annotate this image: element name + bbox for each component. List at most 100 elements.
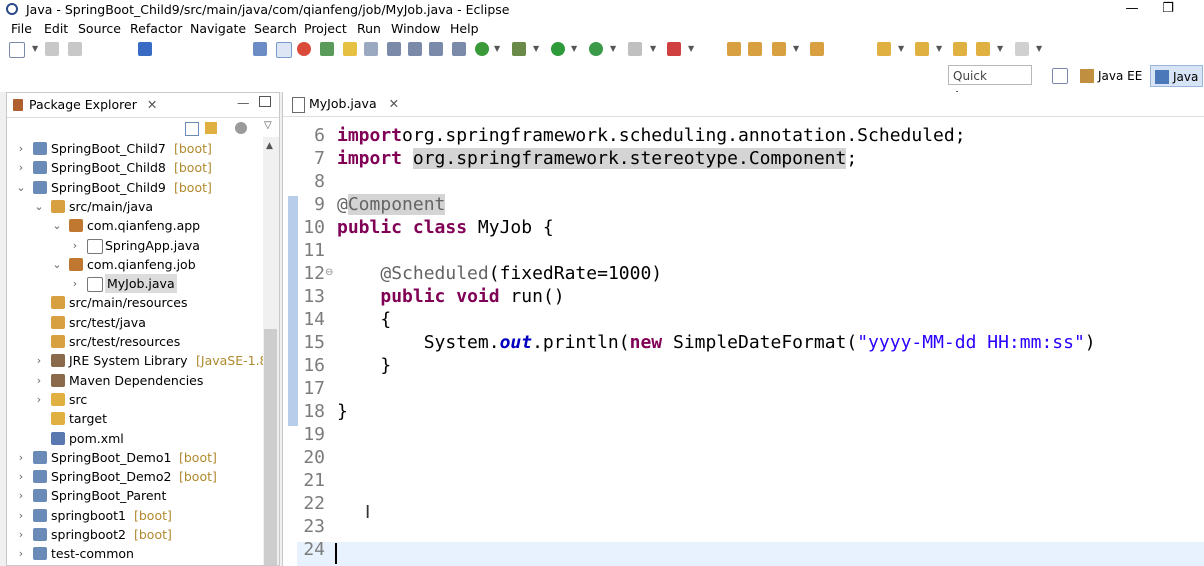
new-class-icon[interactable] xyxy=(772,42,786,56)
perspective-java[interactable]: Java xyxy=(1150,65,1204,87)
next-annotation-dropdown-icon[interactable]: ▼ xyxy=(898,44,904,53)
editor-tab-myjob[interactable]: MyJob.java ✕ xyxy=(287,93,408,115)
tree-item[interactable]: › JRE System Library [JavaSE-1.8] xyxy=(7,351,273,370)
run-dropdown-icon[interactable]: ▼ xyxy=(571,44,577,53)
menu-navigate[interactable]: Navigate xyxy=(190,21,246,36)
menu-window[interactable]: Window xyxy=(391,21,440,36)
expand-twisty-icon[interactable]: › xyxy=(33,371,45,390)
menu-help[interactable]: Help xyxy=(450,21,479,36)
next-annotation-icon[interactable] xyxy=(877,42,891,56)
new-package-icon[interactable] xyxy=(748,42,762,56)
expand-twisty-icon[interactable]: › xyxy=(33,351,45,370)
quick-access-input[interactable]: Quick Access xyxy=(948,65,1032,103)
collapse-twisty-icon[interactable]: ⌄ xyxy=(51,255,63,274)
refresh-icon[interactable] xyxy=(475,42,489,56)
tree-item[interactable]: ⌄ com.qianfeng.job xyxy=(7,255,261,274)
tree-item[interactable]: › springboot1 [boot] xyxy=(7,506,261,525)
tree-item[interactable]: › springboot2 [boot] xyxy=(7,525,261,544)
open-perspective-icon[interactable] xyxy=(1052,68,1068,84)
scrollbar-thumb[interactable] xyxy=(264,329,277,565)
expand-twisty-icon[interactable]: › xyxy=(33,390,45,409)
tree-item[interactable]: › MyJob.java xyxy=(7,274,261,294)
menu-refactor[interactable]: Refactor xyxy=(130,21,182,36)
menu-project[interactable]: Project xyxy=(304,21,347,36)
minimize-view-icon[interactable]: — xyxy=(237,95,250,110)
scroll-up-icon[interactable]: ▲ xyxy=(266,141,273,151)
expand-twisty-icon[interactable]: › xyxy=(69,236,81,255)
menu-source[interactable]: Source xyxy=(78,21,121,36)
refresh-dropdown-icon[interactable]: ▼ xyxy=(494,44,500,53)
tree-item[interactable]: ⌄ src/main/java xyxy=(7,197,261,216)
run-icon[interactable] xyxy=(551,42,565,56)
open-type-icon[interactable] xyxy=(320,42,334,56)
close-view-icon[interactable]: ✕ xyxy=(147,97,157,112)
toggle-breadcrumb-icon[interactable] xyxy=(253,42,267,56)
highlight-icon[interactable] xyxy=(343,42,357,56)
block-selection-icon[interactable] xyxy=(387,42,401,56)
forward-dropdown-icon[interactable]: ▼ xyxy=(1036,44,1042,53)
expand-twisty-icon[interactable]: › xyxy=(15,139,27,158)
menu-search[interactable]: Search xyxy=(254,21,297,36)
tree-item[interactable]: pom.xml xyxy=(7,429,261,448)
menu-file[interactable]: File xyxy=(11,21,32,36)
toggle-split-icon[interactable] xyxy=(452,42,466,56)
collapse-twisty-icon[interactable]: ⌄ xyxy=(33,197,45,216)
fold-icon[interactable]: ⊖ xyxy=(325,267,333,278)
expand-twisty-icon[interactable]: › xyxy=(15,544,27,563)
tree-item[interactable]: › SpringBoot_Demo1 [boot] xyxy=(7,448,261,467)
tree-item[interactable]: › SpringApp.java xyxy=(7,236,261,255)
launch-icon[interactable] xyxy=(667,42,681,56)
debug-icon[interactable] xyxy=(512,42,526,56)
show-paragraph-icon[interactable] xyxy=(408,42,422,56)
expand-twisty-icon[interactable]: › xyxy=(15,486,27,505)
show-whitespace-icon[interactable] xyxy=(364,42,378,56)
previous-annotation-icon[interactable] xyxy=(915,42,929,56)
filters-icon[interactable] xyxy=(235,122,247,134)
tree-item[interactable]: ⌄ com.qianfeng.app xyxy=(7,216,261,235)
expand-twisty-icon[interactable]: › xyxy=(15,467,27,486)
tree-item[interactable]: › Maven Dependencies xyxy=(7,371,261,390)
minimize-button[interactable]: — xyxy=(1112,0,1152,20)
menu-edit[interactable]: Edit xyxy=(44,21,68,36)
save-icon[interactable] xyxy=(45,42,59,56)
stop-icon[interactable] xyxy=(628,42,642,56)
expand-twisty-icon[interactable]: › xyxy=(69,274,81,293)
menu-run[interactable]: Run xyxy=(357,21,381,36)
tree-item[interactable]: › SpringBoot_Demo2 [boot] xyxy=(7,467,261,486)
expand-twisty-icon[interactable]: › xyxy=(15,448,27,467)
tree-item[interactable]: › SpringBoot_Parent xyxy=(7,486,261,505)
collapse-twisty-icon[interactable]: ⌄ xyxy=(51,216,63,235)
tree-item[interactable]: src/test/java xyxy=(7,313,261,332)
collapse-all-icon[interactable] xyxy=(185,122,199,136)
tree-item[interactable]: › SpringBoot_Child7 [boot] xyxy=(7,139,261,158)
tree-item[interactable]: src/test/resources xyxy=(7,332,261,351)
perspective-java-ee[interactable]: Java EE xyxy=(1076,65,1146,87)
forward-icon[interactable] xyxy=(1015,42,1029,56)
mark-occurrences-icon[interactable] xyxy=(276,42,292,58)
previous-annotation-dropdown-icon[interactable]: ▼ xyxy=(936,44,942,53)
open-task-icon[interactable] xyxy=(810,42,824,56)
tree-item[interactable]: ⌄ SpringBoot_Child9 [boot] xyxy=(7,178,261,197)
package-explorer-tab[interactable]: Package Explorer ✕ xyxy=(9,95,157,115)
tree-item[interactable]: › src xyxy=(7,390,261,409)
stop-dropdown-icon[interactable]: ▼ xyxy=(650,44,656,53)
tree-item[interactable]: › SpringBoot_Child8 [boot] xyxy=(7,158,261,177)
restore-button[interactable]: ❐ xyxy=(1148,0,1188,20)
launch-dropdown-icon[interactable]: ▼ xyxy=(688,44,694,53)
java-browsing-icon[interactable] xyxy=(297,42,311,56)
close-tab-icon[interactable]: ✕ xyxy=(389,96,399,111)
expand-twisty-icon[interactable]: › xyxy=(15,525,27,544)
save-all-icon[interactable] xyxy=(68,42,82,56)
new-icon[interactable] xyxy=(9,42,25,58)
tree-scrollbar[interactable]: ▲ xyxy=(263,137,279,565)
link-with-editor-icon[interactable] xyxy=(205,122,217,134)
open-console-icon[interactable] xyxy=(138,42,152,56)
maximize-view-icon[interactable] xyxy=(259,96,271,107)
expand-twisty-icon[interactable]: › xyxy=(15,506,27,525)
external-tool-dropdown-icon[interactable]: ▼ xyxy=(610,44,616,53)
word-wrap-icon[interactable] xyxy=(429,42,443,56)
tree-item[interactable]: src/main/resources xyxy=(7,293,261,312)
view-menu-icon[interactable]: ▽ xyxy=(264,120,272,131)
run-external-tool-icon[interactable] xyxy=(589,42,603,56)
new-java-project-icon[interactable] xyxy=(727,42,741,56)
